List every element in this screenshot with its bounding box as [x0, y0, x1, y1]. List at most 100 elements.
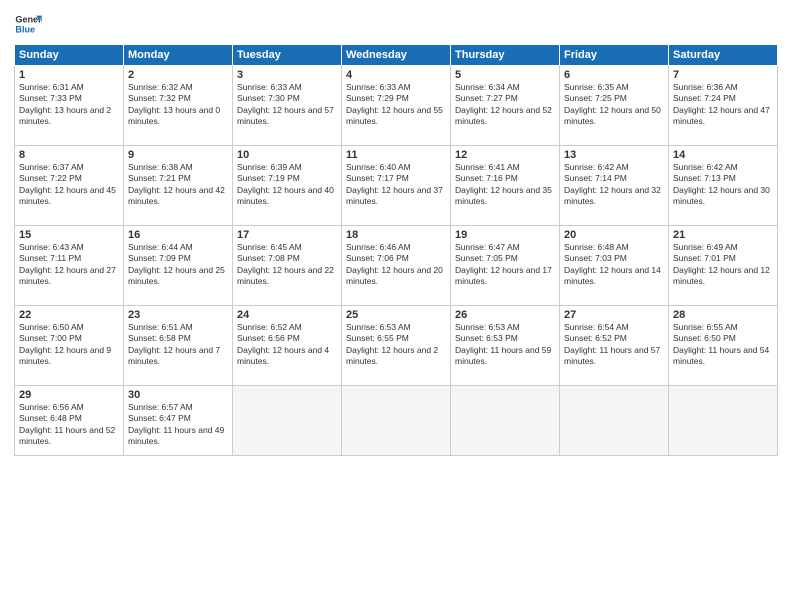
day-number: 3 [237, 69, 337, 81]
calendar-cell: 13Sunrise: 6:42 AMSunset: 7:14 PMDayligh… [560, 146, 669, 226]
day-number: 15 [19, 229, 119, 241]
calendar-table: SundayMondayTuesdayWednesdayThursdayFrid… [14, 44, 778, 456]
day-info: Sunrise: 6:49 AMSunset: 7:01 PMDaylight:… [673, 242, 770, 286]
calendar-cell: 27Sunrise: 6:54 AMSunset: 6:52 PMDayligh… [560, 306, 669, 386]
calendar-cell: 8Sunrise: 6:37 AMSunset: 7:22 PMDaylight… [15, 146, 124, 226]
calendar-cell: 1Sunrise: 6:31 AMSunset: 7:33 PMDaylight… [15, 66, 124, 146]
day-info: Sunrise: 6:38 AMSunset: 7:21 PMDaylight:… [128, 162, 225, 206]
day-number: 6 [564, 69, 664, 81]
page: General Blue SundayMondayTuesdayWednesda… [0, 0, 792, 612]
day-number: 19 [455, 229, 555, 241]
day-number: 10 [237, 149, 337, 161]
svg-text:Blue: Blue [15, 24, 35, 34]
col-header-monday: Monday [124, 45, 233, 66]
day-number: 9 [128, 149, 228, 161]
calendar-cell: 2Sunrise: 6:32 AMSunset: 7:32 PMDaylight… [124, 66, 233, 146]
day-info: Sunrise: 6:44 AMSunset: 7:09 PMDaylight:… [128, 242, 225, 286]
day-number: 16 [128, 229, 228, 241]
day-info: Sunrise: 6:33 AMSunset: 7:30 PMDaylight:… [237, 82, 334, 126]
day-info: Sunrise: 6:45 AMSunset: 7:08 PMDaylight:… [237, 242, 334, 286]
calendar-week-5: 29Sunrise: 6:56 AMSunset: 6:48 PMDayligh… [15, 386, 778, 456]
day-number: 23 [128, 309, 228, 321]
calendar-cell: 23Sunrise: 6:51 AMSunset: 6:58 PMDayligh… [124, 306, 233, 386]
col-header-sunday: Sunday [15, 45, 124, 66]
day-info: Sunrise: 6:36 AMSunset: 7:24 PMDaylight:… [673, 82, 770, 126]
day-info: Sunrise: 6:32 AMSunset: 7:32 PMDaylight:… [128, 82, 220, 126]
calendar-cell: 25Sunrise: 6:53 AMSunset: 6:55 PMDayligh… [342, 306, 451, 386]
col-header-thursday: Thursday [451, 45, 560, 66]
calendar-cell: 21Sunrise: 6:49 AMSunset: 7:01 PMDayligh… [669, 226, 778, 306]
day-info: Sunrise: 6:57 AMSunset: 6:47 PMDaylight:… [128, 402, 224, 446]
day-number: 25 [346, 309, 446, 321]
day-number: 13 [564, 149, 664, 161]
calendar-cell: 30Sunrise: 6:57 AMSunset: 6:47 PMDayligh… [124, 386, 233, 456]
day-info: Sunrise: 6:52 AMSunset: 6:56 PMDaylight:… [237, 322, 329, 366]
calendar-cell: 17Sunrise: 6:45 AMSunset: 7:08 PMDayligh… [233, 226, 342, 306]
day-info: Sunrise: 6:55 AMSunset: 6:50 PMDaylight:… [673, 322, 769, 366]
day-number: 30 [128, 389, 228, 401]
logo: General Blue [14, 10, 44, 38]
calendar-cell: 26Sunrise: 6:53 AMSunset: 6:53 PMDayligh… [451, 306, 560, 386]
day-info: Sunrise: 6:34 AMSunset: 7:27 PMDaylight:… [455, 82, 552, 126]
calendar-cell: 28Sunrise: 6:55 AMSunset: 6:50 PMDayligh… [669, 306, 778, 386]
calendar-cell: 29Sunrise: 6:56 AMSunset: 6:48 PMDayligh… [15, 386, 124, 456]
day-number: 18 [346, 229, 446, 241]
calendar-cell: 16Sunrise: 6:44 AMSunset: 7:09 PMDayligh… [124, 226, 233, 306]
header: General Blue [14, 10, 778, 38]
day-number: 21 [673, 229, 773, 241]
day-info: Sunrise: 6:50 AMSunset: 7:00 PMDaylight:… [19, 322, 111, 366]
day-number: 29 [19, 389, 119, 401]
day-number: 14 [673, 149, 773, 161]
calendar-cell [451, 386, 560, 456]
calendar-cell: 12Sunrise: 6:41 AMSunset: 7:16 PMDayligh… [451, 146, 560, 226]
calendar-cell: 4Sunrise: 6:33 AMSunset: 7:29 PMDaylight… [342, 66, 451, 146]
col-header-friday: Friday [560, 45, 669, 66]
calendar-week-2: 8Sunrise: 6:37 AMSunset: 7:22 PMDaylight… [15, 146, 778, 226]
day-number: 11 [346, 149, 446, 161]
calendar-cell: 6Sunrise: 6:35 AMSunset: 7:25 PMDaylight… [560, 66, 669, 146]
calendar-cell: 3Sunrise: 6:33 AMSunset: 7:30 PMDaylight… [233, 66, 342, 146]
day-number: 4 [346, 69, 446, 81]
col-header-wednesday: Wednesday [342, 45, 451, 66]
calendar-cell: 7Sunrise: 6:36 AMSunset: 7:24 PMDaylight… [669, 66, 778, 146]
day-info: Sunrise: 6:41 AMSunset: 7:16 PMDaylight:… [455, 162, 552, 206]
day-number: 17 [237, 229, 337, 241]
calendar-cell: 18Sunrise: 6:46 AMSunset: 7:06 PMDayligh… [342, 226, 451, 306]
day-number: 2 [128, 69, 228, 81]
calendar-cell: 24Sunrise: 6:52 AMSunset: 6:56 PMDayligh… [233, 306, 342, 386]
day-number: 28 [673, 309, 773, 321]
calendar-week-1: 1Sunrise: 6:31 AMSunset: 7:33 PMDaylight… [15, 66, 778, 146]
calendar-cell: 20Sunrise: 6:48 AMSunset: 7:03 PMDayligh… [560, 226, 669, 306]
day-info: Sunrise: 6:33 AMSunset: 7:29 PMDaylight:… [346, 82, 443, 126]
day-info: Sunrise: 6:46 AMSunset: 7:06 PMDaylight:… [346, 242, 443, 286]
day-info: Sunrise: 6:43 AMSunset: 7:11 PMDaylight:… [19, 242, 116, 286]
day-info: Sunrise: 6:48 AMSunset: 7:03 PMDaylight:… [564, 242, 661, 286]
calendar-cell [560, 386, 669, 456]
day-number: 12 [455, 149, 555, 161]
calendar-cell: 5Sunrise: 6:34 AMSunset: 7:27 PMDaylight… [451, 66, 560, 146]
calendar-cell: 22Sunrise: 6:50 AMSunset: 7:00 PMDayligh… [15, 306, 124, 386]
calendar-cell: 19Sunrise: 6:47 AMSunset: 7:05 PMDayligh… [451, 226, 560, 306]
day-info: Sunrise: 6:37 AMSunset: 7:22 PMDaylight:… [19, 162, 116, 206]
calendar-cell: 9Sunrise: 6:38 AMSunset: 7:21 PMDaylight… [124, 146, 233, 226]
calendar-cell: 14Sunrise: 6:42 AMSunset: 7:13 PMDayligh… [669, 146, 778, 226]
day-number: 8 [19, 149, 119, 161]
day-info: Sunrise: 6:53 AMSunset: 6:55 PMDaylight:… [346, 322, 438, 366]
day-info: Sunrise: 6:42 AMSunset: 7:14 PMDaylight:… [564, 162, 661, 206]
day-info: Sunrise: 6:54 AMSunset: 6:52 PMDaylight:… [564, 322, 660, 366]
day-info: Sunrise: 6:31 AMSunset: 7:33 PMDaylight:… [19, 82, 111, 126]
day-info: Sunrise: 6:53 AMSunset: 6:53 PMDaylight:… [455, 322, 551, 366]
day-number: 26 [455, 309, 555, 321]
day-info: Sunrise: 6:39 AMSunset: 7:19 PMDaylight:… [237, 162, 334, 206]
day-number: 7 [673, 69, 773, 81]
day-number: 20 [564, 229, 664, 241]
calendar-cell [233, 386, 342, 456]
day-info: Sunrise: 6:56 AMSunset: 6:48 PMDaylight:… [19, 402, 115, 446]
day-number: 24 [237, 309, 337, 321]
calendar-cell [669, 386, 778, 456]
col-header-tuesday: Tuesday [233, 45, 342, 66]
calendar-cell [342, 386, 451, 456]
logo-icon: General Blue [14, 10, 42, 38]
calendar-week-4: 22Sunrise: 6:50 AMSunset: 7:00 PMDayligh… [15, 306, 778, 386]
calendar-week-3: 15Sunrise: 6:43 AMSunset: 7:11 PMDayligh… [15, 226, 778, 306]
